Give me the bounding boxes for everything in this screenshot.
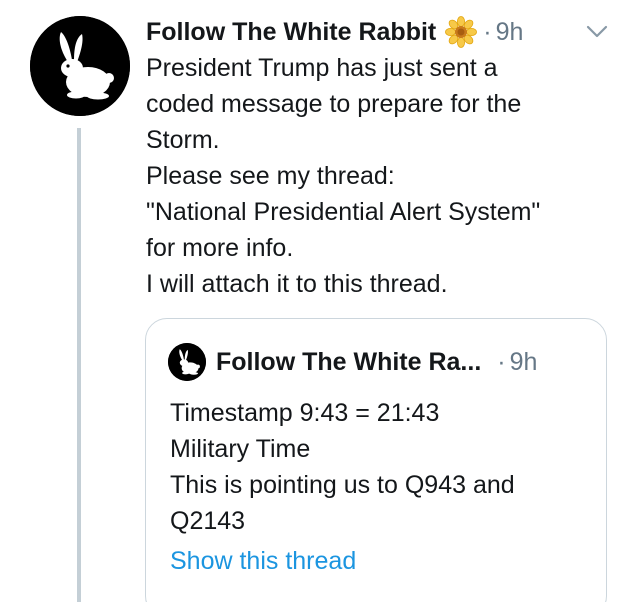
quoted-text-line: This is pointing us to Q943 and [170,471,515,499]
quoted-text-line: Timestamp 9:43 = 21:43 [170,399,440,427]
author-avatar[interactable] [30,16,130,116]
separator-dot: · [483,17,492,46]
rabbit-icon [30,16,130,116]
quoted-text-line: Military Time [170,435,311,463]
tweet-text-line: "National Presidential Alert System" [146,198,541,226]
quoted-author-avatar [168,343,206,381]
quoted-tweet-timestamp: 9h [509,347,538,376]
sunflower-icon [445,16,478,48]
chevron-down-icon[interactable] [584,22,610,42]
quoted-text-line: Q2143 [170,507,246,535]
tweet-text: President Trump has just sent a coded me… [146,50,616,302]
separator-dot: · [497,347,506,376]
thread-line [77,128,81,602]
tweet[interactable]: Follow The White Rabbit · 9h President T… [0,0,640,602]
tweet-header: Follow The White Rabbit · 9h [146,12,523,52]
author-name[interactable]: Follow The White Rabbit [146,18,436,47]
tweet-text-line: Storm. [146,126,220,154]
tweet-text-line: coded message to prepare for the [146,90,522,118]
tweet-text-line: I will attach it to this thread. [146,270,448,298]
quoted-tweet-text: Timestamp 9:43 = 21:43 Military Time Thi… [170,395,590,539]
quoted-tweet-header: Follow The White Ra... · 9h [168,343,537,381]
quoted-tweet-card[interactable]: Follow The White Ra... · 9h Timestamp 9:… [145,318,607,602]
tweet-text-line: Please see my thread: [146,162,395,190]
tweet-text-line: President Trump has just sent a [146,54,498,82]
tweet-text-line: for more info. [146,234,294,262]
quoted-author-name: Follow The White Ra... [216,347,482,376]
show-thread-link[interactable]: Show this thread [170,547,356,576]
rabbit-icon [168,343,206,381]
tweet-timestamp[interactable]: 9h [496,18,524,47]
